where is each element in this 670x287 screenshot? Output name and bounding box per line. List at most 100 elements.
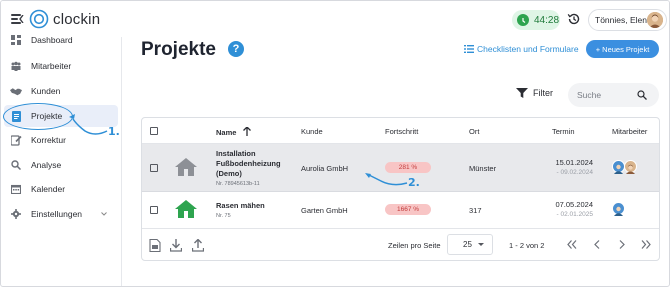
project-name-line: Rasen mähen [216,201,265,210]
people-icon [10,60,22,72]
column-header-name[interactable]: Name [216,126,251,137]
gear-icon [10,208,22,220]
date-start: 15.01.2024 [555,158,593,167]
sidebar-item-kalender[interactable]: Kalender [1,178,121,200]
date-cell: 07.05.2024 - 02.01.2025 [555,200,593,218]
upload-icon[interactable] [192,239,204,252]
menu-collapse-icon[interactable] [11,14,24,24]
filter-button[interactable]: Filter [516,88,553,98]
checklist-link-label: Checklisten und Formulare [477,44,579,54]
rows-per-page-value: 25 [463,240,472,249]
project-name-line: (Demo) [216,169,242,178]
list-icon [464,45,474,53]
running-clock-icon [517,14,529,26]
column-header-ort[interactable]: Ort [469,127,479,136]
search-input[interactable]: Suche [568,83,659,107]
avatar [624,160,637,174]
search-icon [637,90,647,100]
rows-per-page-label: Zeilen pro Seite [388,241,441,250]
sidebar-item-label: Mitarbeiter [31,61,72,71]
column-header-name-label: Name [216,128,237,137]
table-header: Name Kunde Fortschritt Ort Termin Mitarb… [142,118,659,144]
history-icon[interactable] [567,12,581,26]
date-start: 07.05.2024 [555,200,593,209]
download-icon[interactable] [170,239,182,252]
date-end: - 09.02.2024 [556,169,593,176]
house-icon [175,158,197,176]
project-name-line: Installation [216,149,256,158]
sidebar-item-label: Dashboard [31,35,73,45]
rows-per-page-select[interactable]: 25 [447,234,493,255]
project-name-cell: Installation Fußbodenheizung (Demo) Nr. … [216,149,281,187]
column-header-mitarbeiter: Mitarbeiter [612,127,648,136]
logo[interactable]: clockin [29,9,100,29]
timer-value: 44:28 [534,14,560,26]
first-page-icon[interactable] [565,237,579,251]
project-name-cell: Rasen mähen Nr. 75 [216,201,265,219]
dashboard-icon [10,34,22,46]
export-file-icon[interactable] [149,239,161,252]
app-window: clockin 44:28 Tönnies, Elena Dashboard M… [0,0,670,287]
avatar [647,12,663,28]
sidebar-item-label: Einstellungen [31,209,83,219]
project-name-line: Fußbodenheizung [216,159,281,168]
page-title: Projekte [141,39,216,60]
sidebar-item-mitarbeiter[interactable]: Mitarbeiter [1,55,121,77]
last-page-icon[interactable] [639,237,653,251]
sidebar-item-dashboard[interactable]: Dashboard [1,29,121,51]
help-icon[interactable]: ? [228,41,244,57]
column-header-termin[interactable]: Termin [552,127,575,136]
project-number: Nr. 75 [216,213,231,219]
row-checkbox[interactable] [150,206,158,214]
time-tracking-timer[interactable]: 44:28 [512,10,560,30]
customer-cell: Aurolia GmbH [301,164,349,173]
location-cell: 317 [469,206,482,215]
column-header-fortschritt[interactable]: Fortschritt [385,127,418,136]
annotation-highlight-ellipse [3,103,73,130]
sidebar-item-label: Kalender [31,184,66,194]
location-cell: Münster [469,164,497,173]
next-page-icon[interactable] [615,237,629,251]
clockin-logo-icon [29,9,49,29]
avatar [612,202,625,216]
table-row[interactable]: Rasen mähen Nr. 75 Garten GmbH 1667 % 31… [142,192,659,229]
checklist-link[interactable]: Checklisten und Formulare [464,44,579,54]
sidebar-item-label: Analyse [31,160,62,170]
annotation-arrow-1 [69,114,108,135]
new-project-button[interactable]: + Neues Projekt [586,40,659,58]
project-number: Nr. 78945613b-11 [216,181,260,187]
caret-down-icon [478,243,484,246]
search-placeholder: Suche [577,90,602,100]
house-icon [175,200,197,218]
handshake-icon [10,85,22,97]
edit-icon [10,134,22,146]
sort-up-icon [242,126,251,136]
sidebar-item-kunden[interactable]: Kunden [1,80,121,102]
progress-badge: 1667 % [385,204,431,215]
sidebar: Dashboard Mitarbeiter Kunden Projekte Ko… [1,35,122,286]
column-header-kunde[interactable]: Kunde [301,127,323,136]
pagination-range: 1 - 2 von 2 [509,241,545,250]
sidebar-item-label: Korrektur [31,135,66,145]
user-menu[interactable]: Tönnies, Elena [588,9,667,31]
calendar-icon [10,183,22,195]
table-footer: Zeilen pro Seite 25 1 - 2 von 2 [142,229,659,260]
sidebar-item-einstellungen[interactable]: Einstellungen [1,203,121,225]
user-name: Tönnies, Elena [595,15,652,25]
customer-cell: Garten GmbH [301,206,348,215]
annotation-step-1: 1. [108,125,120,138]
date-cell: 15.01.2024 - 09.02.2024 [555,158,593,176]
logo-text: clockin [53,10,101,28]
sidebar-item-analyse[interactable]: Analyse [1,154,121,176]
filter-icon [516,88,528,98]
chevron-down-icon[interactable] [101,209,107,218]
annotation-step-2: 2. [408,176,420,189]
select-all-checkbox[interactable] [150,127,158,135]
filter-label: Filter [533,88,553,98]
date-end: - 02.01.2025 [556,211,593,218]
projects-table: Name Kunde Fortschritt Ort Termin Mitarb… [141,117,660,261]
previous-page-icon[interactable] [590,237,604,251]
sidebar-item-label: Kunden [31,86,61,96]
annotation-arrow-2 [365,173,408,186]
row-checkbox[interactable] [150,164,158,172]
